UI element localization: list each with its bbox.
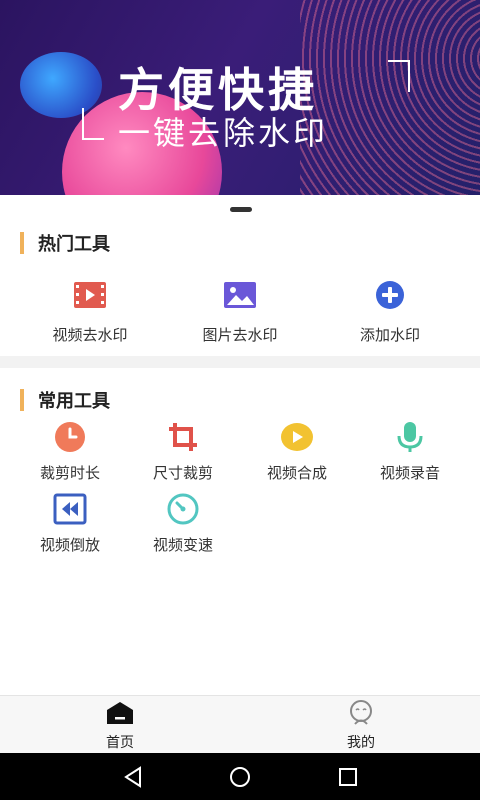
crop-icon — [169, 423, 197, 451]
clock-icon — [55, 422, 85, 452]
banner-subtitle: 一键去除水印 — [118, 114, 329, 152]
video-merge-button[interactable]: 视频合成 — [237, 420, 357, 483]
hot-tool-label: 添加水印 — [359, 326, 420, 344]
section-accent-bar — [20, 389, 24, 411]
system-nav-bar — [0, 753, 480, 800]
bottom-tab-bar: 首页 我的 — [0, 695, 480, 754]
hot-tools-title: 热门工具 — [38, 234, 110, 255]
tab-home[interactable]: 首页 — [70, 700, 170, 752]
video-record-audio-button[interactable]: 视频录音 — [350, 420, 470, 483]
banner-wave-pattern — [300, 0, 480, 195]
video-speed-button[interactable]: 视频变速 — [123, 492, 243, 555]
common-tools-header: 常用工具 — [20, 387, 110, 413]
common-tools-title: 常用工具 — [38, 391, 110, 412]
rewind-icon — [53, 493, 87, 525]
common-tool-label: 视频录音 — [379, 464, 440, 482]
video-film-icon — [74, 282, 106, 308]
banner-corner-bracket — [82, 108, 104, 140]
image-remove-watermark-button[interactable]: 图片去水印 — [180, 280, 300, 345]
tab-home-label: 首页 — [106, 735, 134, 751]
hero-banner[interactable]: 方便快捷 一键去除水印 — [0, 0, 480, 195]
common-tool-label: 视频变速 — [152, 536, 213, 554]
size-crop-button[interactable]: 尺寸裁剪 — [123, 420, 243, 483]
home-circle-icon[interactable] — [228, 765, 252, 789]
section-accent-bar — [20, 232, 24, 254]
play-circle-icon — [281, 423, 313, 451]
tab-mine[interactable]: 我的 — [311, 700, 411, 752]
user-icon — [350, 700, 372, 725]
hot-tool-label: 视频去水印 — [52, 326, 128, 344]
trim-duration-button[interactable]: 裁剪时长 — [10, 420, 130, 483]
drag-handle[interactable] — [230, 207, 252, 212]
plus-circle-icon — [376, 281, 404, 309]
hot-tools-header: 热门工具 — [20, 230, 110, 256]
speed-dial-icon — [167, 493, 199, 525]
microphone-icon — [397, 422, 423, 452]
video-remove-watermark-button[interactable]: 视频去水印 — [30, 280, 150, 345]
common-tool-label: 视频倒放 — [39, 536, 100, 554]
back-icon[interactable] — [122, 765, 146, 789]
common-tool-label: 裁剪时长 — [39, 464, 100, 482]
common-tool-label: 尺寸裁剪 — [152, 464, 213, 482]
recent-apps-icon[interactable] — [336, 765, 360, 789]
home-icon — [107, 702, 133, 724]
banner-corner-bracket — [388, 60, 410, 92]
common-tool-label: 视频合成 — [266, 464, 327, 482]
image-icon — [224, 282, 256, 308]
tab-mine-label: 我的 — [347, 735, 375, 751]
section-divider — [0, 356, 480, 368]
add-watermark-button[interactable]: 添加水印 — [330, 280, 450, 345]
hot-tool-label: 图片去水印 — [202, 326, 278, 344]
video-reverse-button[interactable]: 视频倒放 — [10, 492, 130, 555]
